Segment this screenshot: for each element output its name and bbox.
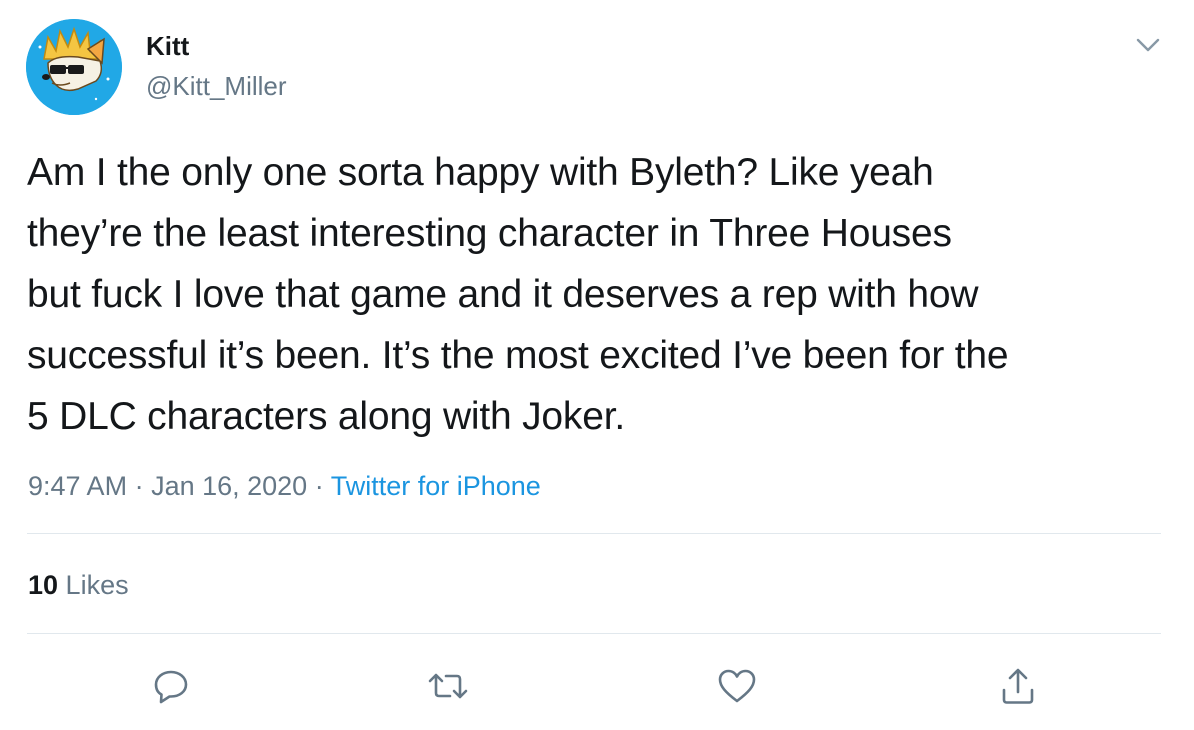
tweet-text: Am I the only one sorta happy with Bylet… [27,151,1009,438]
likes-count: 10 [28,570,59,600]
divider [27,633,1161,634]
retweet-icon [428,673,468,699]
tweet-menu-button[interactable] [1130,30,1166,60]
reply-icon [154,670,188,704]
meta-separator: · [127,471,152,501]
divider [27,533,1161,534]
like-button[interactable] [715,664,759,708]
user-handle[interactable]: @Kitt_Miller [146,70,287,102]
share-icon [1002,668,1034,704]
display-name[interactable]: Kitt [146,30,189,62]
likes-label: Likes [58,570,129,600]
retweet-button[interactable] [426,664,470,708]
tweet-source-link[interactable]: Twitter for iPhone [331,471,541,501]
fox-avatar-icon [26,19,122,115]
chevron-down-icon [1136,38,1160,52]
meta-separator: · [307,471,331,501]
tweet-metadata: 9:47 AM · Jan 16, 2020 · Twitter for iPh… [28,468,541,504]
tweet-date: Jan 16, 2020 [151,471,308,501]
likes-stat[interactable]: 10 Likes [28,567,129,603]
tweet-card: Kitt @Kitt_Miller Am I the only one sort… [0,0,1194,730]
reply-button[interactable] [149,664,193,708]
tweet-time: 9:47 AM [28,471,128,501]
tweet-timestamp[interactable]: 9:47 AM · Jan 16, 2020 [28,471,307,501]
avatar[interactable] [26,19,122,115]
heart-icon [718,669,756,703]
share-button[interactable] [996,664,1040,708]
